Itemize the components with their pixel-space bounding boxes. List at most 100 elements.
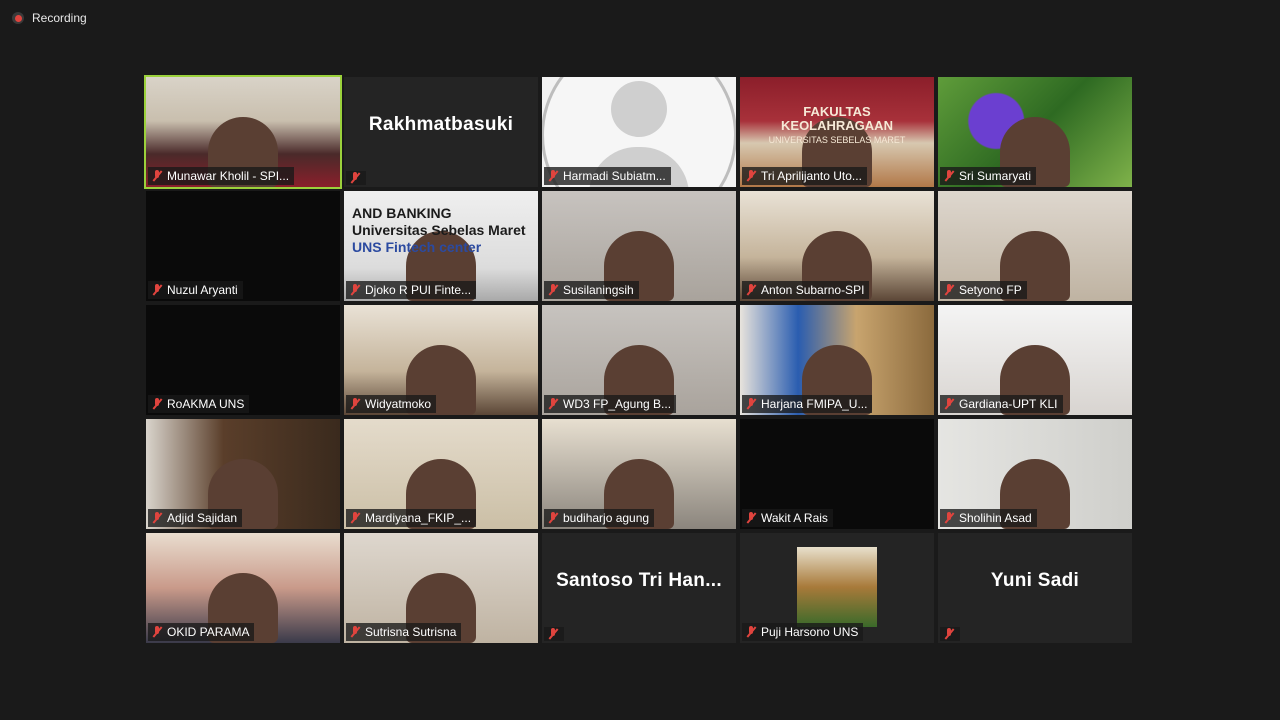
participant-name-label: Wakit A Rais	[742, 509, 833, 527]
sign-line: AND BANKING	[352, 205, 452, 221]
sign-line: UNIVERSITAS SEBELAS MARET	[768, 135, 906, 145]
participant-tile[interactable]: Widyatmoko	[344, 305, 538, 415]
participant-name: Djoko R PUI Finte...	[365, 283, 472, 297]
participant-tile[interactable]: Puji Harsono UNS	[740, 533, 934, 643]
participant-display-name: Yuni Sadi	[990, 570, 1080, 591]
participant-name-label: Djoko R PUI Finte...	[346, 281, 477, 299]
microphone-muted-icon	[943, 284, 955, 296]
microphone-muted-icon	[547, 512, 559, 524]
participant-tile[interactable]: Yuni Sadi	[938, 533, 1132, 643]
microphone-muted-icon	[349, 398, 361, 410]
recording-indicator[interactable]: Recording	[12, 11, 87, 25]
participant-name: Susilaningsih	[563, 283, 634, 297]
participant-tile[interactable]: Munawar Kholil - SPI...	[144, 75, 342, 189]
participant-name-label: OKID PARAMA	[148, 623, 255, 641]
participant-name: Gardiana-UPT KLI	[959, 397, 1058, 411]
participant-name: Munawar Kholil - SPI...	[167, 169, 290, 183]
participant-name-label: Sutrisna Sutrisna	[346, 623, 462, 641]
participant-name: OKID PARAMA	[167, 625, 250, 639]
participant-name-label: Nuzul Aryanti	[148, 281, 243, 299]
participant-tile[interactable]: Gardiana-UPT KLI	[938, 305, 1132, 415]
microphone-muted-icon	[349, 172, 361, 184]
participant-name-label: Mardiyana_FKIP_...	[346, 509, 477, 527]
participant-name-label: Sholihin Asad	[940, 509, 1037, 527]
microphone-muted-icon	[151, 284, 163, 296]
participant-name: Puji Harsono UNS	[761, 625, 859, 639]
participant-name-label: Sri Sumaryati	[940, 167, 1037, 185]
participant-name: Mardiyana_FKIP_...	[365, 511, 472, 525]
participant-name-label: Tri Aprilijanto Uto...	[742, 167, 867, 185]
microphone-muted-icon	[745, 512, 757, 524]
participant-name-label: Adjid Sajidan	[148, 509, 243, 527]
participant-tile[interactable]: Harmadi Subiatm...	[542, 77, 736, 187]
participant-tile[interactable]: AND BANKING Universitas Sebelas Maret UNS …	[344, 191, 538, 301]
microphone-muted-icon	[151, 170, 163, 182]
participant-tile[interactable]: Sri Sumaryati	[938, 77, 1132, 187]
participant-tile[interactable]: Harjana FMIPA_U...	[740, 305, 934, 415]
participant-tile[interactable]: Nuzul Aryanti	[146, 191, 340, 301]
participant-name-label	[544, 627, 564, 641]
microphone-muted-icon	[151, 512, 163, 524]
sign-line: Universitas Sebelas Maret	[352, 222, 526, 238]
participant-tile[interactable]: Setyono FP	[938, 191, 1132, 301]
participant-name: RoAKMA UNS	[167, 397, 245, 411]
participant-name: Harmadi Subiatm...	[563, 169, 666, 183]
participant-tile[interactable]: Mardiyana_FKIP_...	[344, 419, 538, 529]
microphone-muted-icon	[547, 398, 559, 410]
participant-name-label: Widyatmoko	[346, 395, 437, 413]
microphone-muted-icon	[943, 170, 955, 182]
participant-name: budiharjo agung	[563, 511, 650, 525]
microphone-muted-icon	[349, 626, 361, 638]
participant-display-name: Santoso Tri Han...	[556, 570, 722, 591]
participant-tile[interactable]: Rakhmatbasuki	[344, 77, 538, 187]
participant-tile[interactable]: WD3 FP_Agung B...	[542, 305, 736, 415]
microphone-muted-icon	[547, 284, 559, 296]
participant-name-label: Munawar Kholil - SPI...	[148, 167, 295, 185]
background-sign-text: AND BANKING Universitas Sebelas Maret UNS …	[352, 205, 526, 256]
microphone-muted-icon	[943, 512, 955, 524]
participant-name-label: Gardiana-UPT KLI	[940, 395, 1063, 413]
participant-tile[interactable]: Sholihin Asad	[938, 419, 1132, 529]
sign-line: UNS Fintech center	[352, 239, 482, 255]
sign-line: FAKULTAS	[803, 104, 871, 119]
microphone-muted-icon	[943, 628, 955, 640]
participant-name-label: Anton Subarno-SPI	[742, 281, 870, 299]
participant-tile[interactable]: Sutrisna Sutrisna	[344, 533, 538, 643]
microphone-muted-icon	[547, 628, 559, 640]
participant-name-label: Harjana FMIPA_U...	[742, 395, 873, 413]
microphone-muted-icon	[349, 512, 361, 524]
participant-tile[interactable]: OKID PARAMA	[146, 533, 340, 643]
participant-name: Sholihin Asad	[959, 511, 1032, 525]
avatar-head-icon	[611, 81, 667, 137]
participant-tile[interactable]: budiharjo agung	[542, 419, 736, 529]
participant-tile[interactable]: RoAKMA UNS	[146, 305, 340, 415]
microphone-muted-icon	[349, 284, 361, 296]
participant-name: Anton Subarno-SPI	[761, 283, 865, 297]
participant-name-label	[346, 171, 366, 185]
participant-name-label: Harmadi Subiatm...	[544, 167, 671, 185]
background-sign-text: FAKULTAS KEOLAHRAGAAN UNIVERSITAS SEBELAS …	[740, 105, 934, 147]
microphone-muted-icon	[745, 170, 757, 182]
participant-name-label: WD3 FP_Agung B...	[544, 395, 677, 413]
participant-name: Tri Aprilijanto Uto...	[761, 169, 862, 183]
participant-name: Adjid Sajidan	[167, 511, 238, 525]
participant-name: Sutrisna Sutrisna	[365, 625, 457, 639]
microphone-muted-icon	[745, 284, 757, 296]
recording-label: Recording	[32, 11, 87, 25]
participant-tile[interactable]: Wakit A Rais	[740, 419, 934, 529]
participant-name: Harjana FMIPA_U...	[761, 397, 868, 411]
participant-tile[interactable]: Anton Subarno-SPI	[740, 191, 934, 301]
participant-tile[interactable]: FAKULTAS KEOLAHRAGAAN UNIVERSITAS SEBELAS …	[740, 77, 934, 187]
microphone-muted-icon	[151, 626, 163, 638]
participant-tile[interactable]: Adjid Sajidan	[146, 419, 340, 529]
participant-name-label: Puji Harsono UNS	[742, 623, 864, 641]
participant-gallery: Munawar Kholil - SPI... Rakhmatbasuki Harm…	[144, 75, 1132, 643]
participant-name-label: budiharjo agung	[544, 509, 655, 527]
participant-name: Widyatmoko	[365, 397, 432, 411]
participant-name: Nuzul Aryanti	[167, 283, 238, 297]
participant-name-label: Susilaningsih	[544, 281, 639, 299]
participant-tile[interactable]: Santoso Tri Han...	[542, 533, 736, 643]
participant-name: WD3 FP_Agung B...	[563, 397, 672, 411]
participant-tile[interactable]: Susilaningsih	[542, 191, 736, 301]
participant-name-label: RoAKMA UNS	[148, 395, 250, 413]
